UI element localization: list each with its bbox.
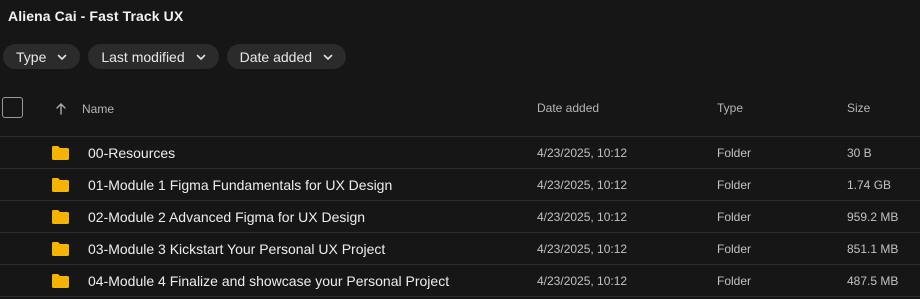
row-size: 30 B (847, 146, 872, 160)
table-row[interactable]: 03-Module 3 Kickstart Your Personal UX P… (0, 233, 920, 265)
row-name: 00-Resources (88, 145, 176, 161)
column-header-type[interactable]: Type (717, 101, 743, 115)
chevron-down-icon (195, 51, 207, 63)
row-size: 851.1 MB (847, 242, 899, 256)
column-header-name[interactable]: Name (82, 102, 114, 116)
folder-icon (51, 145, 70, 166)
select-all-checkbox[interactable] (2, 97, 23, 118)
filter-last-modified-label: Last modified (101, 48, 185, 65)
folder-icon (51, 241, 70, 262)
table-row[interactable]: 00-Resources 4/23/2025, 10:12 Folder 30 … (0, 137, 920, 169)
page-title: Aliena Cai - Fast Track UX (8, 8, 184, 24)
folder-icon (51, 177, 70, 198)
row-name: 01-Module 1 Figma Fundamentals for UX De… (88, 177, 393, 193)
row-date-added: 4/23/2025, 10:12 (537, 242, 628, 256)
arrow-up-icon[interactable] (55, 102, 67, 121)
row-type: Folder (717, 178, 752, 192)
row-size: 959.2 MB (847, 210, 899, 224)
row-type: Folder (717, 274, 752, 288)
file-list: 00-Resources 4/23/2025, 10:12 Folder 30 … (0, 137, 920, 297)
table-row[interactable]: 04-Module 4 Finalize and showcase your P… (0, 265, 920, 297)
row-type: Folder (717, 210, 752, 224)
row-name: 04-Module 4 Finalize and showcase your P… (88, 273, 450, 289)
column-header-date-added[interactable]: Date added (537, 101, 599, 115)
table-row[interactable]: 01-Module 1 Figma Fundamentals for UX De… (0, 169, 920, 201)
filter-date-added-button[interactable]: Date added (226, 44, 347, 69)
row-date-added: 4/23/2025, 10:12 (537, 274, 628, 288)
row-type: Folder (717, 242, 752, 256)
folder-icon (51, 209, 70, 230)
row-date-added: 4/23/2025, 10:12 (537, 210, 628, 224)
row-date-added: 4/23/2025, 10:12 (537, 146, 628, 160)
filter-last-modified-button[interactable]: Last modified (88, 44, 219, 69)
filter-type-button[interactable]: Type (3, 44, 81, 69)
table-row[interactable]: 02-Module 2 Advanced Figma for UX Design… (0, 201, 920, 233)
column-header-size[interactable]: Size (847, 101, 870, 115)
row-name: 03-Module 3 Kickstart Your Personal UX P… (88, 241, 386, 257)
filter-type-label: Type (16, 48, 47, 65)
row-name: 02-Module 2 Advanced Figma for UX Design (88, 209, 366, 225)
folder-icon (51, 273, 70, 294)
row-size: 487.5 MB (847, 274, 899, 288)
filter-date-added-label: Date added (239, 48, 313, 65)
chevron-down-icon (56, 51, 68, 63)
chevron-down-icon (322, 51, 334, 63)
filter-bar: Type Last modified Date added (3, 44, 347, 69)
row-type: Folder (717, 146, 752, 160)
table-header: Name Date added Type Size (0, 92, 920, 137)
row-size: 1.74 GB (847, 178, 892, 192)
row-date-added: 4/23/2025, 10:12 (537, 178, 628, 192)
